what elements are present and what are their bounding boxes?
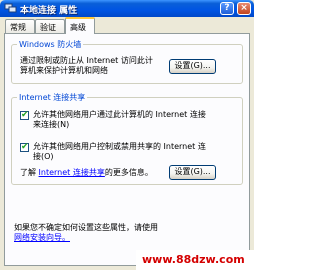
allow-control-label-line2: 接(O) <box>33 152 54 161</box>
checkmark-icon: ✔ <box>21 110 29 120</box>
allow-sharing-checkbox[interactable]: ✔ <box>20 110 29 120</box>
network-setup-wizard-link[interactable]: 网络安装向导。 <box>14 233 70 243</box>
firewall-description-line1: 通过限制或防止从 Internet 访问此计 <box>20 56 153 65</box>
learn-suffix: 的更多信息。 <box>104 168 153 177</box>
properties-dialog: 本地连接 属性 ? × 常规 验证 高级 Windows 防火墙 通过限制或防止… <box>0 0 254 270</box>
tab-general[interactable]: 常规 <box>5 19 35 33</box>
close-button[interactable]: × <box>237 2 251 15</box>
window-title: 本地连接 属性 <box>20 6 78 16</box>
footer-text-line1: 如果您不确定如何设置这些属性，请使用 <box>14 223 158 232</box>
network-connection-icon <box>4 3 17 13</box>
allow-sharing-label-line2: 来连接(N) <box>33 120 70 129</box>
allow-control-label-line1: 允许其他网络用户控制或禁用共享的 Internet 连 <box>33 142 206 151</box>
ics-learn-more: 了解 Internet 连接共享的更多信息。 <box>20 168 153 178</box>
allow-sharing-label-line1: 允许其他网络用户通过此计算机的 Internet 连接 <box>33 110 206 119</box>
checkmark-icon: ✔ <box>21 142 29 152</box>
learn-prefix: 了解 <box>20 168 36 177</box>
help-button[interactable]: ? <box>220 2 234 15</box>
firewall-settings-button[interactable]: 设置(G)... <box>169 59 216 74</box>
ics-help-link[interactable]: Internet 连接共享 <box>39 168 105 177</box>
firewall-group-title: Windows 防火墙 <box>17 39 84 50</box>
tab-advanced[interactable]: 高级 <box>65 17 95 34</box>
title-bar[interactable]: 本地连接 属性 ? × <box>0 0 254 17</box>
ics-settings-button[interactable]: 设置(G)... <box>169 165 216 180</box>
site-watermark: www.88dzw.com <box>136 250 254 270</box>
tab-authentication[interactable]: 验证 <box>35 19 65 33</box>
ics-group-title: Internet 连接共享 <box>17 92 88 103</box>
allow-control-checkbox[interactable]: ✔ <box>20 142 29 152</box>
firewall-description-line2: 算机来保护计算机和网络 <box>20 66 108 75</box>
